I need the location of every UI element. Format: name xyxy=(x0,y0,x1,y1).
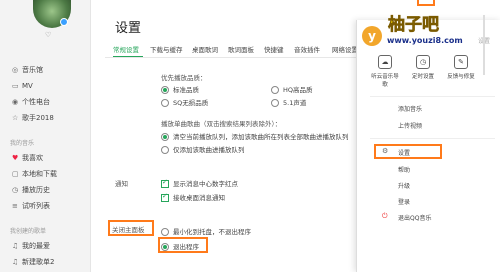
radio xyxy=(161,228,169,236)
mv-icon: ▭ xyxy=(12,82,19,90)
power-icon: ⏻ xyxy=(382,212,388,220)
gear-icon: ⚙ xyxy=(382,147,389,155)
red-dot-checkbox[interactable]: 显示消息中心数字红点 xyxy=(161,178,238,188)
checkbox-checked xyxy=(161,178,169,188)
sidebar-item-radio[interactable]: ◉ 个性电台 xyxy=(12,96,50,108)
menu-item-upgrade[interactable]: 升级 xyxy=(398,181,410,190)
watermark-url: www.youzi8.com xyxy=(387,36,463,45)
menu-divider xyxy=(370,96,495,97)
quality-51-radio[interactable]: 5.1声道 xyxy=(271,97,306,107)
checkbox-checked xyxy=(161,192,169,202)
vip-badge-icon xyxy=(60,18,68,26)
menu-button-highlight[interactable] xyxy=(417,0,435,6)
tab-desktop-lyrics[interactable]: 桌面歌词 xyxy=(192,44,218,54)
tab-hotkeys[interactable]: 快捷键 xyxy=(264,44,284,54)
playlist-icon: ♫ xyxy=(12,258,19,266)
play-add-only-radio[interactable]: 仅添加该歌曲进播放队列 xyxy=(161,144,245,154)
menu-item-add-music[interactable]: 添加音乐 xyxy=(398,104,422,113)
sidebar-item-playlist-2[interactable]: ♫ 新建歌单2 xyxy=(12,256,54,268)
youzi-logo-icon: y xyxy=(362,26,382,46)
radio-selected xyxy=(161,86,169,94)
page-title: 设置 xyxy=(115,21,142,36)
close-panel-label: 关闭主面板 xyxy=(112,226,145,234)
minimize-tray-radio[interactable]: 最小化到托盘，不退出程序 xyxy=(161,226,251,236)
sidebar-item-favorites[interactable]: ♥ 我喜欢 xyxy=(12,152,43,164)
history-icon: ◷ xyxy=(12,186,19,194)
menu-item-login[interactable]: 登录 xyxy=(398,197,410,206)
watermark-text: 柚子吧 xyxy=(388,15,440,36)
play-single-label: 播放单曲歌曲（双击搜索结果列表除外）： xyxy=(161,120,282,128)
tab-download[interactable]: 下载与缓存 xyxy=(150,44,183,54)
notify-label: 通知 xyxy=(115,180,128,188)
list-icon: ≡ xyxy=(12,202,18,210)
sidebar-item-local[interactable]: ▢ 本地和下载 xyxy=(12,168,57,180)
heart-icon: ♥ xyxy=(12,154,19,162)
sidebar-item-history[interactable]: ◷ 播放历史 xyxy=(12,184,50,196)
radio-selected xyxy=(161,133,169,141)
menu-item-quit[interactable]: 退出QQ音乐 xyxy=(398,213,431,222)
radio-selected xyxy=(161,243,169,251)
menu-scrollbar[interactable] xyxy=(483,15,485,75)
tab-network[interactable]: 网络设置 xyxy=(332,44,358,54)
playlist-icon: ♫ xyxy=(12,242,19,250)
tabs-divider xyxy=(105,57,380,58)
radio xyxy=(161,99,169,107)
radio-icon: ◉ xyxy=(12,98,19,106)
sidebar-item-playlist-1[interactable]: ♫ 我的最爱 xyxy=(12,240,50,252)
quality-label: 优先播放品质： xyxy=(161,74,207,82)
tool-import-songs[interactable]: ☁ 听云音乐导歌 xyxy=(370,55,400,88)
tab-sound-plugins[interactable]: 音效插件 xyxy=(294,44,320,54)
quality-sq-radio[interactable]: SQ无损品质 xyxy=(161,97,208,107)
edit-icon: ✎ xyxy=(454,55,468,69)
menu-item-help[interactable]: 帮助 xyxy=(398,165,410,174)
exit-program-radio[interactable]: 退出程序 xyxy=(161,241,199,251)
tool-feedback[interactable]: ✎ 反馈与修复 xyxy=(446,55,476,80)
play-replace-queue-radio[interactable]: 清空当前播放队列，添加该歌曲所在列表全部歌曲进播放队列 xyxy=(161,131,349,141)
tab-lyrics-panel[interactable]: 歌词面板 xyxy=(228,44,254,54)
clock-icon: ◷ xyxy=(416,55,430,69)
heart-outline-icon[interactable]: ♡ xyxy=(45,31,51,39)
tab-general[interactable]: 常规设置 xyxy=(113,44,139,54)
sidebar-item-trial-list[interactable]: ≡ 试听列表 xyxy=(12,200,50,212)
tool-timer[interactable]: ◷ 定时设置 xyxy=(408,55,438,80)
cloud-icon: ☁ xyxy=(378,55,392,69)
my-music-header: 我的音乐 xyxy=(10,140,35,147)
radio xyxy=(271,86,279,94)
quality-standard-radio[interactable]: 标准品质 xyxy=(161,84,199,94)
created-playlists-header: 我创建的歌单 xyxy=(10,228,47,235)
desktop-notify-checkbox[interactable]: 接收桌面消息通知 xyxy=(161,192,225,202)
music-icon: ◎ xyxy=(12,66,19,74)
star-icon: ☆ xyxy=(12,114,19,122)
menu-divider xyxy=(370,138,495,139)
download-icon: ▢ xyxy=(12,170,19,178)
sidebar-item-mv[interactable]: ▭ MV xyxy=(12,80,33,92)
quality-hq-radio[interactable]: HQ高品质 xyxy=(271,84,313,94)
menu-item-settings[interactable]: 设置 xyxy=(398,148,410,157)
radio xyxy=(161,146,169,154)
menu-item-upload-video[interactable]: 上传视频 xyxy=(398,121,422,130)
sidebar-item-music-hall[interactable]: ◎ 音乐馆 xyxy=(12,64,43,76)
sidebar-item-singer[interactable]: ☆ 歌手2018 xyxy=(12,112,54,124)
radio xyxy=(271,99,279,107)
